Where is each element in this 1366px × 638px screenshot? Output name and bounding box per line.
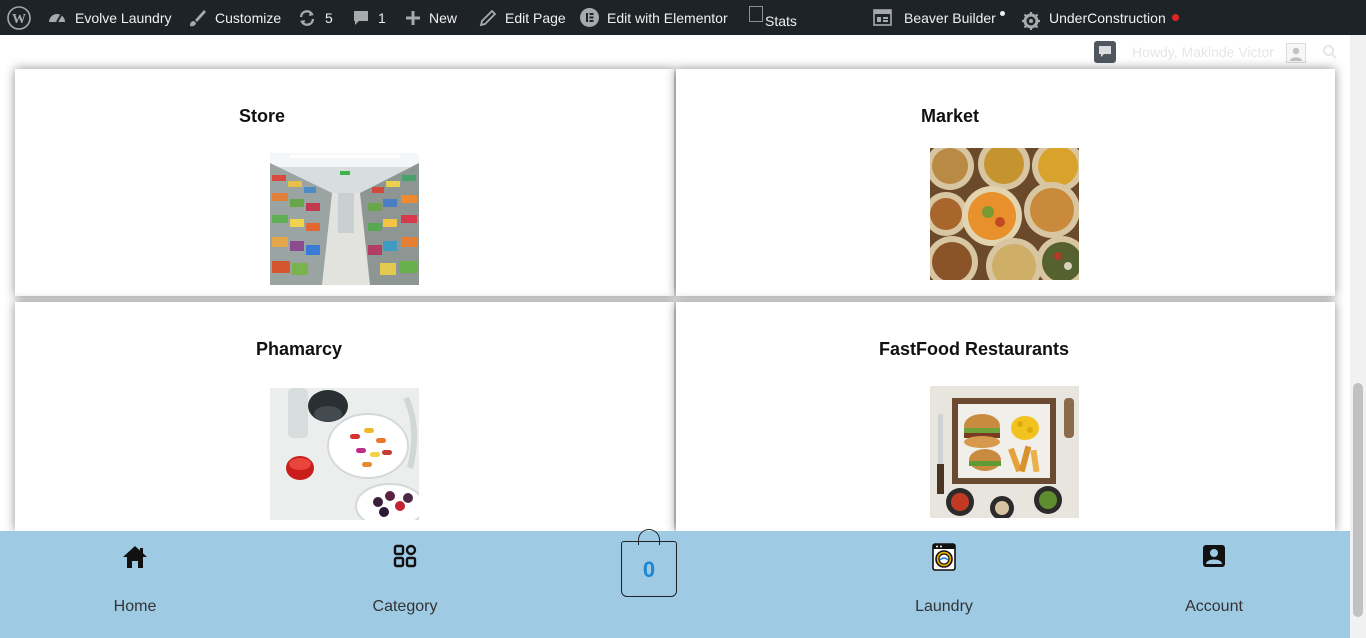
stats-alt-text: Stats xyxy=(765,12,797,29)
site-name-label: Evolve Laundry xyxy=(75,9,172,26)
search-icon[interactable] xyxy=(1322,44,1338,60)
admin-bar: W Evolve Laundry Customize 5 1 New Edit … xyxy=(0,0,1366,35)
stats-broken-image: Stats xyxy=(749,5,797,29)
avatar-placeholder-icon xyxy=(1290,47,1302,61)
customize-label: Customize xyxy=(215,9,282,26)
plus-icon xyxy=(406,10,420,25)
cart-button[interactable]: 0 xyxy=(621,529,677,597)
beaver-builder-label: Beaver Builder xyxy=(904,9,996,26)
edit-page-menu[interactable]: Edit Page xyxy=(479,0,566,35)
stats-menu[interactable]: Stats xyxy=(749,0,797,35)
card-title-phamarcy: Phamarcy xyxy=(256,339,343,359)
site-name-menu[interactable]: Evolve Laundry xyxy=(47,0,172,35)
scrollbar-thumb[interactable] xyxy=(1353,383,1363,617)
card-title-market: Market xyxy=(921,106,980,126)
comments-menu[interactable]: 1 xyxy=(352,0,386,35)
new-content-menu[interactable]: New xyxy=(405,0,457,35)
nav-item-home[interactable]: Home xyxy=(65,531,205,638)
nav-label-laundry: Laundry xyxy=(915,598,973,615)
grid-icon xyxy=(393,544,417,568)
under-construction-status-dot xyxy=(1171,14,1179,21)
comments-count: 1 xyxy=(378,9,386,26)
card-title-fastfood-restaurants: FastFood Restaurants xyxy=(879,339,1070,359)
customize-menu[interactable]: Customize xyxy=(187,0,281,35)
home-icon xyxy=(123,546,147,568)
pencil-icon xyxy=(479,9,497,26)
nav-item-account[interactable]: Account xyxy=(1144,531,1284,638)
page-scrollbar[interactable] xyxy=(1350,35,1366,638)
washing-machine-icon xyxy=(932,543,956,571)
market-thumbnail-image[interactable] xyxy=(930,148,1079,280)
nav-label-account: Account xyxy=(1185,598,1243,615)
category-card-fastfood-restaurants[interactable]: FastFood Restaurants xyxy=(676,302,1335,531)
speech-bubble-icon xyxy=(1099,46,1111,57)
new-label: New xyxy=(429,9,458,26)
edit-elementor-menu[interactable]: Edit with Elementor xyxy=(580,0,728,35)
page-layout-icon xyxy=(873,9,892,26)
nav-item-category[interactable]: Category xyxy=(335,531,475,638)
cart-count: 0 xyxy=(642,556,656,582)
nav-label-category: Category xyxy=(372,598,438,615)
beaver-builder-status-dot xyxy=(999,11,1005,16)
category-card-market[interactable]: Market xyxy=(676,69,1335,296)
updates-refresh-icon xyxy=(299,9,315,26)
category-card-phamarcy[interactable]: Phamarcy xyxy=(15,302,674,531)
account-icon xyxy=(1203,545,1225,567)
comment-bubble-icon xyxy=(354,10,368,25)
wordpress-logo-icon[interactable]: W xyxy=(7,0,31,35)
beaver-builder-menu[interactable]: Beaver Builder xyxy=(873,0,1005,35)
edit-elementor-label: Edit with Elementor xyxy=(607,9,728,26)
gear-icon xyxy=(1022,12,1040,30)
broken-image-icon xyxy=(749,5,763,22)
under-construction-label: UnderConstruction xyxy=(1049,9,1166,26)
nav-item-laundry[interactable]: Laundry xyxy=(874,531,1014,638)
phamarcy-thumbnail-image[interactable] xyxy=(270,388,419,520)
nav-label-home: Home xyxy=(113,598,157,615)
updates-count: 5 xyxy=(325,9,333,26)
store-thumbnail-image[interactable] xyxy=(270,153,419,285)
under-construction-menu[interactable]: UnderConstruction xyxy=(1021,0,1179,35)
fastfood-thumbnail-image[interactable] xyxy=(930,386,1079,518)
account-row: Howdy, Makinde Victor xyxy=(0,35,1350,69)
category-card-store[interactable]: Store xyxy=(15,69,674,296)
bottom-navigation: Home Category 0 Laundry Account xyxy=(0,529,1350,638)
card-title-store: Store xyxy=(239,106,286,126)
notifications-button[interactable] xyxy=(1094,41,1116,63)
howdy-user-greeting[interactable]: Howdy, Makinde Victor xyxy=(1132,44,1274,60)
paintbrush-icon xyxy=(190,9,206,26)
elementor-icon xyxy=(580,8,599,27)
dashboard-gauge-icon xyxy=(49,13,65,22)
updates-menu[interactable]: 5 xyxy=(297,0,333,35)
svg-text:W: W xyxy=(12,12,26,27)
user-avatar[interactable] xyxy=(1286,43,1306,63)
edit-page-label: Edit Page xyxy=(505,9,566,26)
shopping-bag-handle-icon xyxy=(638,529,660,545)
